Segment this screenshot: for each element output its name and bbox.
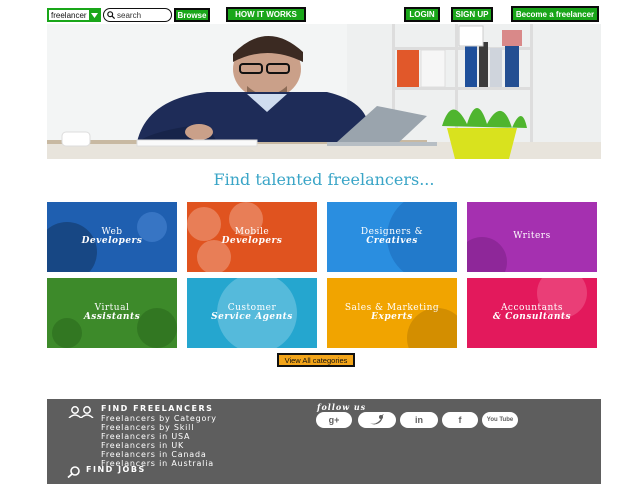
linkedin-icon[interactable]: in (400, 412, 438, 428)
tile-line2: & Consultants (492, 312, 572, 322)
view-all-categories-button[interactable]: View All categories (277, 353, 355, 367)
freelancers-icon (67, 403, 95, 422)
tile-line2: Creatives (366, 236, 418, 246)
browse-button[interactable]: Browse (174, 8, 210, 22)
google-plus-icon[interactable]: g+ (316, 412, 352, 428)
become-freelancer-button[interactable]: Become a freelancer (511, 6, 599, 22)
footer-link-canada[interactable]: Freelancers in Canada (101, 450, 207, 459)
youtube-icon[interactable]: You Tube (482, 412, 518, 428)
tile-line2: Developers (81, 236, 143, 246)
hero-image (47, 24, 601, 159)
category-tile-designers-creatives[interactable]: Designers & Creatives (327, 202, 457, 272)
footer-link-usa[interactable]: Freelancers in USA (101, 432, 190, 441)
footer-link-skill[interactable]: Freelancers by Skill (101, 423, 194, 432)
search-icon (67, 463, 81, 482)
footer-link-uk[interactable]: Freelancers in UK (101, 441, 184, 450)
category-tile-accountants[interactable]: Accountants & Consultants (467, 278, 597, 348)
page-headline: Find talented freelancers... (213, 170, 435, 189)
login-button[interactable]: LOGIN (404, 7, 440, 22)
tile-line2: Service Agents (211, 312, 293, 322)
footer-link-category[interactable]: Freelancers by Category (101, 414, 217, 423)
follow-us-label: follow us (317, 402, 367, 412)
category-tile-virtual-assistants[interactable]: Virtual Assistants (47, 278, 177, 348)
category-tile-mobile-developers[interactable]: Mobile Developers (187, 202, 317, 272)
tile-line1: Writers (513, 231, 551, 242)
category-dropdown[interactable]: freelancer (47, 8, 101, 22)
search-input[interactable]: search (103, 8, 172, 22)
twitter-icon[interactable] (358, 412, 396, 428)
tile-line2: Developers (221, 236, 283, 246)
category-tile-customer-service[interactable]: Customer Service Agents (187, 278, 317, 348)
find-jobs-heading[interactable]: FIND JOBS (86, 465, 146, 474)
tile-line2: Assistants (83, 312, 141, 322)
dropdown-value: freelancer (51, 10, 87, 20)
find-freelancers-heading: FIND FREELANCERS (101, 404, 214, 413)
signup-button[interactable]: SIGN UP (451, 7, 493, 22)
search-placeholder: search (117, 10, 142, 20)
tile-line2: Experts (371, 312, 413, 322)
category-tile-sales-marketing[interactable]: Sales & Marketing Experts (327, 278, 457, 348)
category-tile-writers[interactable]: Writers (467, 202, 597, 272)
how-it-works-button[interactable]: HOW IT WORKS (226, 7, 306, 22)
search-icon (107, 11, 115, 19)
chevron-down-icon (89, 10, 99, 20)
facebook-icon[interactable]: f (442, 412, 478, 428)
category-tile-web-developers[interactable]: Web Developers (47, 202, 177, 272)
